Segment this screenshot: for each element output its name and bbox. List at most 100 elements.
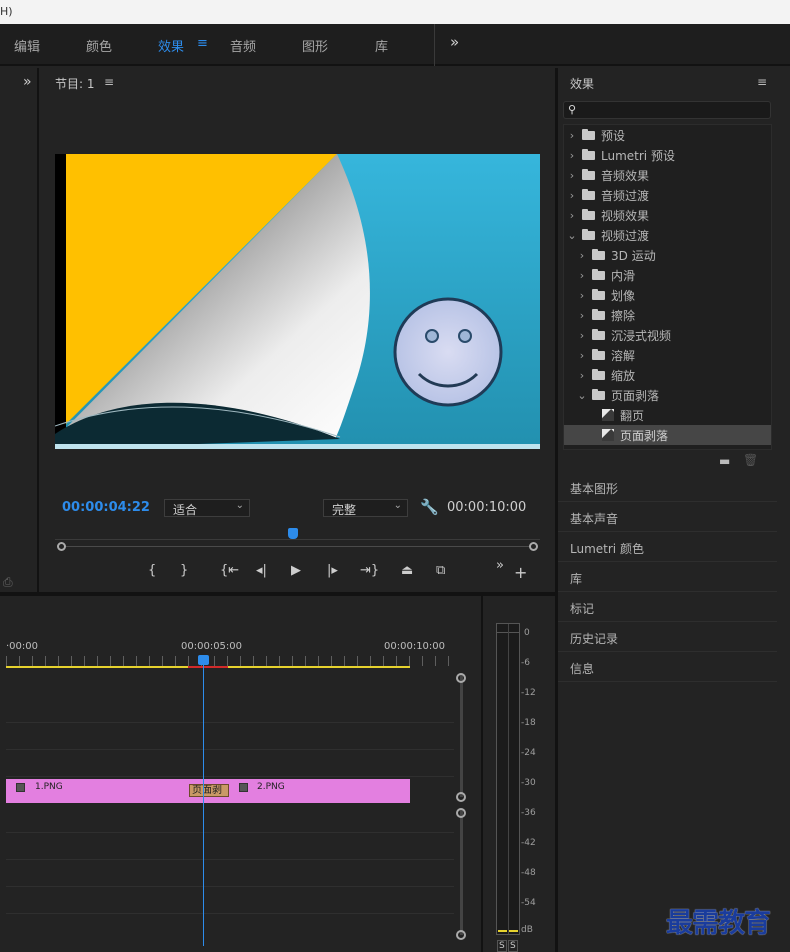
panel-menu-icon[interactable]: ≡	[104, 75, 114, 89]
play-icon[interactable]: ▶	[291, 563, 301, 578]
scrubber-end-handle[interactable]	[529, 542, 538, 551]
wrench-icon[interactable]: 🔧	[420, 498, 439, 516]
effects-tree-item[interactable]: › 内滑	[564, 265, 771, 285]
transition-page-peel[interactable]: 页面剥	[189, 784, 229, 797]
scroll-handle[interactable]	[456, 673, 466, 683]
effects-tree-label: 3D 运动	[611, 248, 656, 263]
chevron-right-icon[interactable]: ›	[566, 149, 578, 162]
mark-in-button[interactable]: {	[148, 563, 156, 578]
effects-tree-item[interactable]: › Lumetri 预设	[564, 145, 771, 165]
side-panel-tab[interactable]: Lumetri 颜色	[558, 532, 777, 562]
chevron-down-icon[interactable]: ⌄	[566, 229, 578, 242]
scrubber-start-handle[interactable]	[57, 542, 66, 551]
chevron-down-icon[interactable]: ⌄	[576, 389, 588, 402]
effects-tree-label: 划像	[611, 288, 636, 303]
effects-tree-item[interactable]: › 缩放	[564, 365, 771, 385]
clip-1-name: 1.PNG	[35, 782, 63, 792]
delete-icon[interactable]: 🗑	[743, 453, 758, 467]
chevron-right-icon[interactable]: ›	[576, 309, 588, 322]
workspace-tab-graphics[interactable]: 图形	[302, 36, 328, 55]
menu-fragment[interactable]: H)	[0, 5, 13, 18]
effects-tree-item[interactable]: ⌄ 视频过渡	[564, 225, 771, 245]
workspace-menu-icon[interactable]: ≡	[197, 36, 208, 51]
timeline-playhead[interactable]	[198, 655, 209, 665]
side-panel-tab[interactable]: 标记	[558, 592, 777, 622]
monitor-scrubber[interactable]	[55, 528, 540, 558]
mark-out-button[interactable]: }	[180, 563, 188, 578]
folder-icon	[592, 368, 605, 380]
effects-tree-item[interactable]: › 音频效果	[564, 165, 771, 185]
timeline-scrollbar-upper[interactable]	[460, 674, 463, 797]
go-to-in-icon[interactable]: {⇤	[220, 563, 239, 578]
expand-panel-icon[interactable]: »	[23, 74, 32, 90]
quality-select[interactable]: 完整 ⌄	[323, 499, 408, 517]
timeline-scrollbar-lower[interactable]	[460, 810, 463, 935]
scroll-handle[interactable]	[456, 930, 466, 940]
effects-tree-item[interactable]: 翻页	[564, 405, 771, 425]
effects-tree-item[interactable]: › 划像	[564, 285, 771, 305]
side-panel-tab[interactable]: 历史记录	[558, 622, 777, 652]
effects-tree-label: 音频效果	[601, 168, 650, 183]
more-buttons-icon[interactable]: »	[496, 558, 504, 573]
effects-tree-item[interactable]: › 擦除	[564, 305, 771, 325]
chevron-right-icon[interactable]: ›	[576, 329, 588, 342]
effects-tree-item[interactable]: ⌄ 页面剥落	[564, 385, 771, 405]
video-preview[interactable]	[55, 154, 540, 449]
program-monitor-title[interactable]: 节目: 1	[55, 75, 95, 92]
menu-bar: H)	[0, 0, 790, 24]
workspace-tab-effects[interactable]: 效果	[158, 36, 184, 55]
folder-icon	[592, 288, 605, 300]
solo-right-button[interactable]: S	[508, 940, 518, 952]
workspace-overflow-icon[interactable]: »	[450, 33, 459, 51]
chevron-right-icon[interactable]: ›	[566, 129, 578, 142]
side-panel-tab[interactable]: 基本声音	[558, 502, 777, 532]
workspace-tab-libraries[interactable]: 库	[375, 36, 388, 55]
export-icon[interactable]: ⎙	[3, 575, 13, 590]
extract-icon[interactable]: ⧉	[436, 563, 445, 578]
effects-tree-item[interactable]: › 视频效果	[564, 205, 771, 225]
chevron-right-icon[interactable]: ›	[566, 169, 578, 182]
effects-tree-item[interactable]: › 沉浸式视频	[564, 325, 771, 345]
chevron-right-icon[interactable]: ›	[576, 289, 588, 302]
workspace-tab-color[interactable]: 颜色	[86, 36, 112, 55]
side-panel-tab[interactable]: 库	[558, 562, 777, 592]
workspace-tab-edit[interactable]: 编辑	[14, 36, 40, 55]
meter-mark: -36	[521, 808, 536, 818]
go-to-out-icon[interactable]: ⇥}	[360, 563, 379, 578]
effects-search-input[interactable]: ⚲	[563, 101, 771, 119]
fit-select[interactable]: 适合 ⌄	[164, 499, 250, 517]
preset-folder-icon	[582, 148, 595, 160]
chevron-right-icon[interactable]: ›	[576, 269, 588, 282]
chevron-right-icon[interactable]: ›	[576, 349, 588, 362]
effects-tree-item[interactable]: › 3D 运动	[564, 245, 771, 265]
effects-tree-item[interactable]: › 音频过渡	[564, 185, 771, 205]
effects-tree-item[interactable]: 页面剥落	[564, 425, 771, 445]
chevron-right-icon[interactable]: ›	[576, 369, 588, 382]
chevron-right-icon[interactable]: ›	[566, 189, 578, 202]
folder-icon	[592, 388, 605, 400]
ruler-label-10s: 00:00:10:00	[384, 641, 446, 652]
panel-menu-icon[interactable]: ≡	[757, 75, 767, 89]
chevron-right-icon[interactable]: ›	[566, 209, 578, 222]
render-bar	[188, 666, 228, 668]
chevron-right-icon[interactable]: ›	[576, 249, 588, 262]
side-panel-tab[interactable]: 信息	[558, 652, 777, 682]
solo-left-button[interactable]: S	[497, 940, 507, 952]
effects-panel-title[interactable]: 效果	[570, 75, 594, 92]
video-track-1-upper	[6, 750, 454, 777]
add-button[interactable]: +	[514, 563, 527, 582]
step-back-icon[interactable]: ◂|	[256, 563, 267, 578]
scroll-handle[interactable]	[456, 792, 466, 802]
step-forward-icon[interactable]: |▸	[327, 563, 338, 578]
effects-tree-item[interactable]: › 预设	[564, 125, 771, 145]
lift-icon[interactable]: ⏏	[401, 563, 413, 578]
scrubber-playhead[interactable]	[288, 528, 299, 539]
meter-mark: -24	[521, 748, 536, 758]
new-folder-icon[interactable]: ▬	[719, 454, 730, 468]
clip-2[interactable]: 2.PNG	[228, 779, 410, 803]
workspace-tab-audio[interactable]: 音频	[230, 36, 256, 55]
side-panel-tab[interactable]: 基本图形	[558, 472, 777, 502]
effects-tree-item[interactable]: › 溶解	[564, 345, 771, 365]
scroll-handle[interactable]	[456, 808, 466, 818]
current-timecode[interactable]: 00:00:04:22	[62, 500, 150, 515]
